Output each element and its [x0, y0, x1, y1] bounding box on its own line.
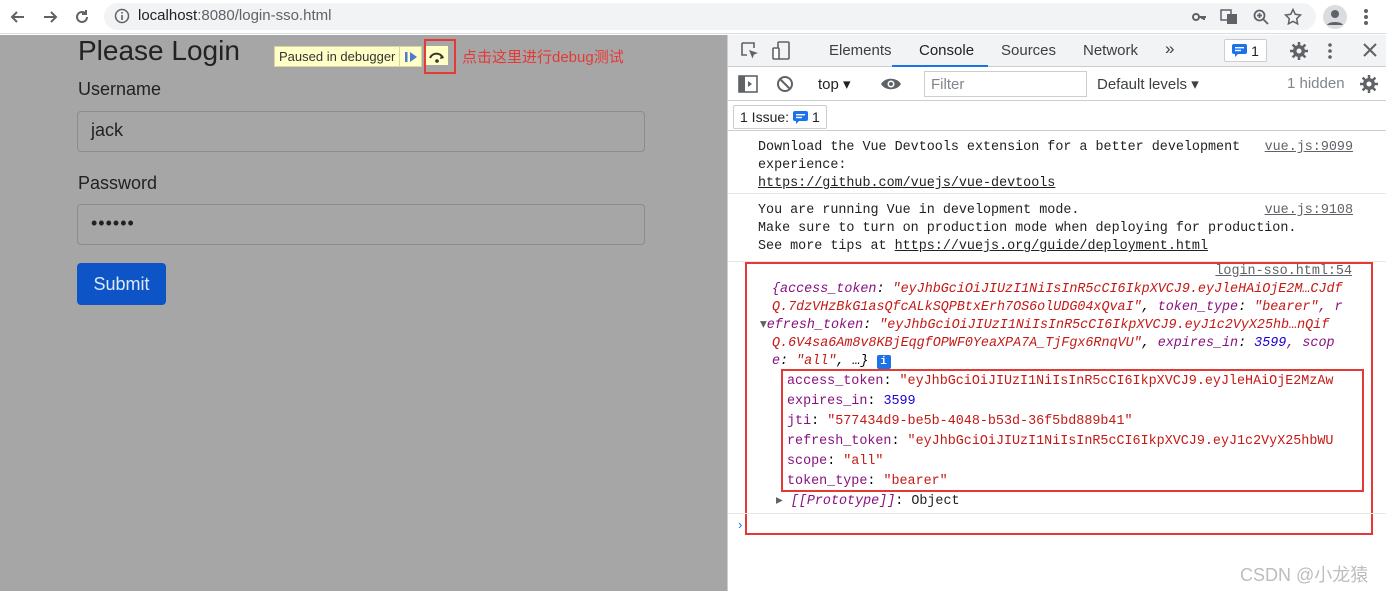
- message-line: Download the Vue Devtools extension for …: [758, 140, 1241, 155]
- message-line: Make sure to turn on production mode whe…: [758, 221, 1297, 236]
- issues-count: 1: [1251, 42, 1259, 59]
- issues-counter[interactable]: 1: [1224, 39, 1267, 62]
- message-icon: [793, 110, 809, 124]
- watermark-text: CSDN @小龙猿: [1240, 565, 1369, 585]
- active-tab-indicator: [892, 65, 988, 67]
- tab-elements[interactable]: Elements: [829, 42, 892, 59]
- submit-button[interactable]: Submit: [77, 263, 166, 305]
- issues-button[interactable]: 1 Issue: 1: [733, 105, 827, 129]
- levels-value: Default levels: [1097, 76, 1188, 93]
- console-filter-input[interactable]: Filter: [924, 71, 1087, 97]
- settings-gear-icon[interactable]: [1289, 41, 1309, 66]
- device-toolbar-icon[interactable]: [772, 41, 792, 66]
- address-bar[interactable]: localhost:8080/login-sso.html: [104, 3, 1316, 30]
- more-tabs-chevron-icon[interactable]: »: [1165, 39, 1174, 59]
- console-message: You are running Vue in development mode.…: [728, 194, 1386, 262]
- hidden-messages-count: 1 hidden: [1287, 75, 1345, 92]
- site-info-icon[interactable]: [114, 8, 130, 29]
- bookmark-star-icon[interactable]: [1283, 7, 1303, 26]
- username-field[interactable]: jack: [77, 111, 645, 152]
- translate-icon[interactable]: [1220, 8, 1238, 26]
- console-toolbar: top ▾ Filter Default levels ▾ 1 hidden: [728, 68, 1386, 101]
- message-line: experience:: [758, 158, 847, 173]
- issues-bar: 1 Issue: 1: [728, 102, 1386, 131]
- inspect-element-icon[interactable]: [740, 41, 760, 66]
- annotation-highlight-box: [424, 39, 456, 74]
- message-link[interactable]: https://vuejs.org/guide/deployment.html: [895, 239, 1208, 254]
- browser-menu-icon[interactable]: [1358, 5, 1374, 29]
- devtools-panel: Elements Console Sources Network » 1 top…: [727, 35, 1386, 591]
- profile-avatar-icon[interactable]: [1323, 5, 1347, 29]
- message-link[interactable]: https://github.com/vuejs/vue-devtools: [758, 175, 1055, 193]
- chevron-down-icon: ▾: [843, 76, 851, 93]
- url-text[interactable]: localhost:8080/login-sso.html: [138, 7, 331, 24]
- chevron-down-icon: ▾: [1191, 76, 1199, 93]
- clear-console-icon[interactable]: [776, 75, 794, 98]
- tab-sources[interactable]: Sources: [1001, 42, 1056, 59]
- tab-network[interactable]: Network: [1083, 42, 1138, 59]
- close-devtools-icon[interactable]: [1362, 42, 1378, 63]
- context-value: top: [818, 76, 839, 93]
- source-link[interactable]: vue.js:9099: [1265, 139, 1353, 157]
- username-label: Username: [78, 79, 162, 99]
- prompt-chevron-icon: ›: [738, 517, 743, 532]
- sidebar-toggle-icon[interactable]: [738, 75, 758, 98]
- console-settings-gear-icon[interactable]: [1359, 74, 1379, 99]
- more-options-icon[interactable]: [1326, 41, 1334, 66]
- resume-icon[interactable]: [399, 47, 421, 66]
- tab-console[interactable]: Console: [919, 42, 974, 59]
- forward-arrow-icon[interactable]: [38, 5, 62, 29]
- issues-button-count: 1: [812, 109, 820, 125]
- message-line: You are running Vue in development mode.: [758, 203, 1080, 218]
- message-icon: [1232, 44, 1248, 57]
- message-text: See more tips at: [758, 239, 895, 254]
- console-message: Download the Vue Devtools extension for …: [728, 132, 1386, 194]
- live-expression-eye-icon[interactable]: [880, 75, 902, 98]
- zoom-icon[interactable]: [1252, 8, 1270, 26]
- page-title: Please Login: [78, 35, 240, 66]
- annotation-text: 点击这里进行debug测试: [462, 49, 624, 66]
- devtools-tabbar: Elements Console Sources Network » 1: [728, 35, 1386, 67]
- console-prompt[interactable]: ›: [728, 513, 1386, 532]
- debugger-status-text: Paused in debugger: [279, 49, 396, 64]
- key-icon[interactable]: [1190, 8, 1208, 26]
- browser-toolbar: localhost:8080/login-sso.html: [0, 0, 1386, 34]
- url-host: localhost: [138, 7, 198, 24]
- password-field[interactable]: ••••••: [77, 204, 645, 245]
- context-selector[interactable]: top ▾: [818, 75, 851, 93]
- page-viewport: Please Login Paused in debugger 点击这里进行de…: [0, 35, 727, 591]
- source-link[interactable]: vue.js:9108: [1265, 202, 1353, 220]
- reload-icon[interactable]: [70, 5, 94, 29]
- password-label: Password: [78, 173, 158, 193]
- message-line: See more tips at https://vuejs.org/guide…: [758, 238, 1208, 256]
- object-log-highlight-box: [745, 262, 1373, 535]
- paused-debugger-banner: Paused in debugger: [274, 46, 423, 67]
- log-levels-dropdown[interactable]: Default levels ▾: [1097, 75, 1199, 93]
- url-path: :8080/login-sso.html: [197, 7, 332, 24]
- issues-button-label: 1 Issue:: [740, 109, 790, 125]
- back-arrow-icon[interactable]: [6, 5, 30, 29]
